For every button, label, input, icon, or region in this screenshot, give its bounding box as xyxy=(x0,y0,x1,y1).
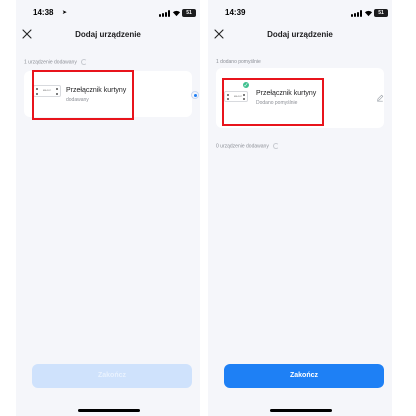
signal-icon xyxy=(351,10,362,17)
edit-pencil-icon[interactable] xyxy=(376,94,384,102)
location-arrow-icon: ➤ xyxy=(62,10,68,16)
spinner-icon xyxy=(272,143,279,149)
radio-selected-icon[interactable] xyxy=(191,91,199,99)
status-time: 14:39 xyxy=(225,8,246,17)
finish-button[interactable]: Zakończ xyxy=(224,364,384,388)
wifi-icon xyxy=(172,10,181,17)
page-title: Dodaj urządzenie xyxy=(267,30,333,39)
battery-icon: 51 xyxy=(374,9,388,17)
spinner-icon xyxy=(80,59,87,65)
annotation-highlight-box xyxy=(32,70,134,120)
section-label-adding: 0 urządzenie dodawany xyxy=(216,143,279,149)
nav-bar: Dodaj urządzenie xyxy=(208,27,392,45)
signal-icon xyxy=(159,10,170,17)
status-bar: 14:38 ➤ 51 xyxy=(16,8,200,20)
battery-icon: 51 xyxy=(182,9,196,17)
annotation-highlight-box xyxy=(222,78,324,126)
section-label-adding: 1 urządzenie dodawany xyxy=(24,59,87,65)
phone-screen-right: 14:39 51 Dodaj urządzenie 1 dodano pomyś… xyxy=(208,0,392,416)
status-bar: 14:39 51 xyxy=(208,8,392,20)
section-label-success: 1 dodano pomyślnie xyxy=(216,59,261,65)
home-indicator xyxy=(270,409,332,412)
section-label-text: 0 urządzenie dodawany xyxy=(216,143,269,150)
wifi-icon xyxy=(364,10,373,17)
finish-button[interactable]: Zakończ xyxy=(32,364,192,388)
home-indicator xyxy=(78,409,140,412)
nav-bar: Dodaj urządzenie xyxy=(16,27,200,45)
section-label-text: 1 urządzenie dodawany xyxy=(24,59,77,66)
status-time: 14:38 xyxy=(33,8,54,17)
page-title: Dodaj urządzenie xyxy=(75,30,141,39)
phone-screen-left: 14:38 ➤ 51 Dodaj urządzenie 1 urządzenie… xyxy=(16,0,200,416)
